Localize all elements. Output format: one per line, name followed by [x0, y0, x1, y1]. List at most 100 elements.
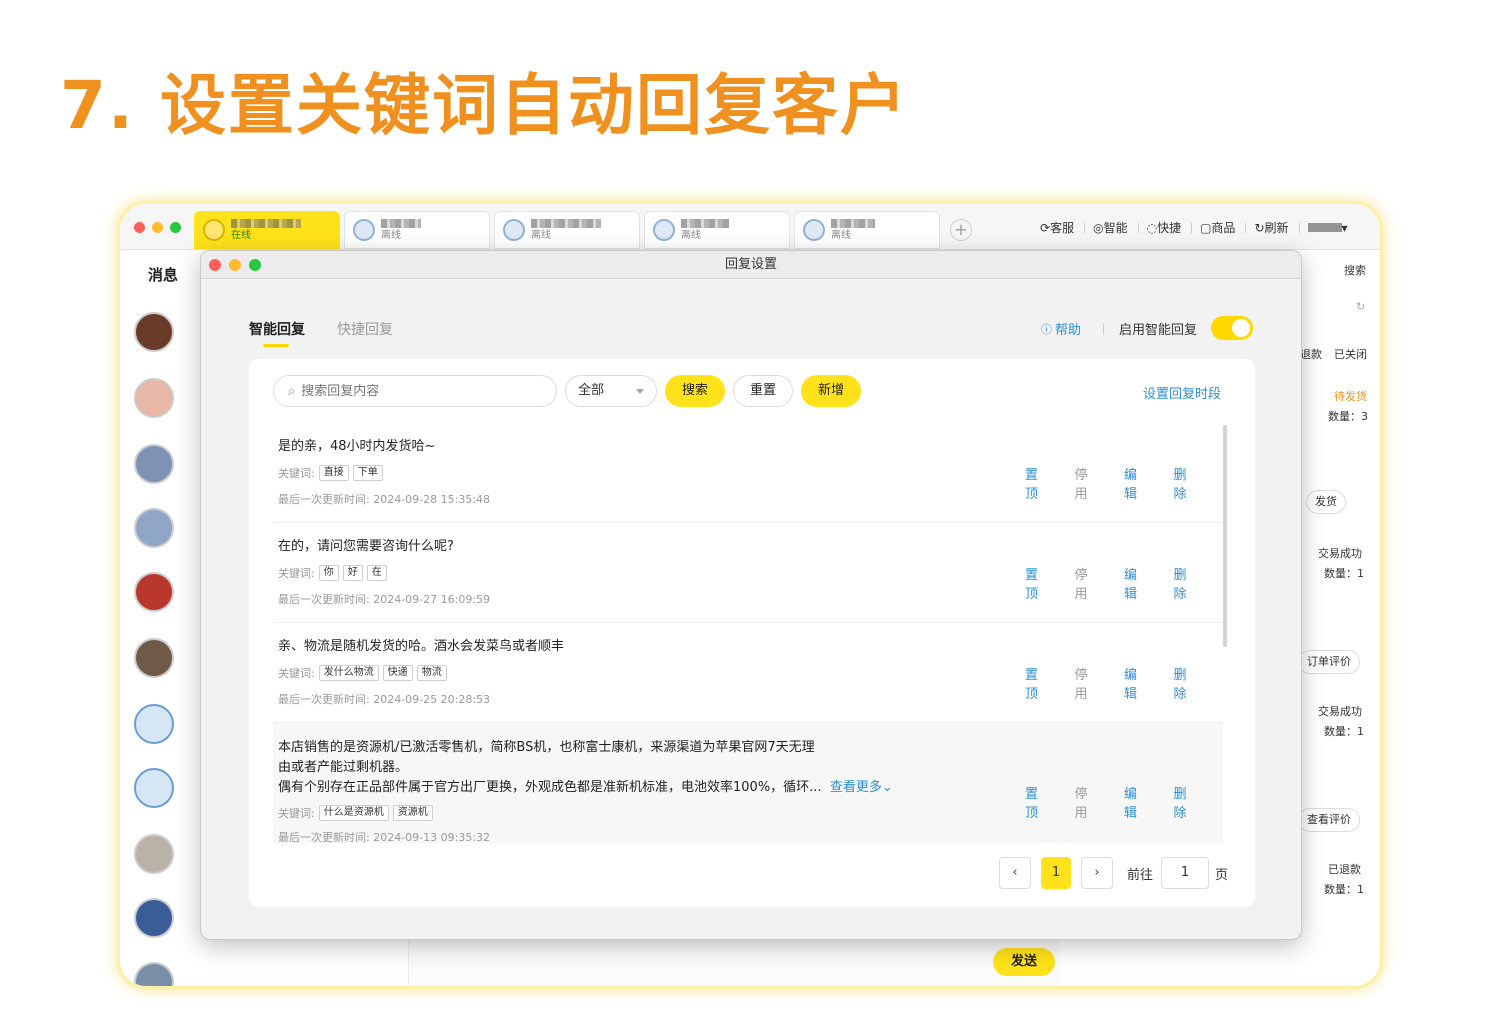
edit-button[interactable]: 编辑	[1124, 664, 1150, 702]
edit-button[interactable]: 编辑	[1124, 783, 1150, 821]
avatar[interactable]	[134, 704, 174, 744]
next-page-button[interactable]: ›	[1081, 857, 1113, 889]
headset-icon: ⟳	[1040, 221, 1050, 235]
customer-service-button[interactable]: ⟳客服	[1040, 219, 1074, 236]
avatar[interactable]	[134, 508, 174, 548]
update-value: 2024-09-27 16:09:59	[373, 593, 490, 606]
pin-button[interactable]: 置顶	[1025, 783, 1051, 821]
disable-button[interactable]: 停用	[1075, 664, 1101, 702]
chevron-down-icon	[636, 389, 644, 394]
quick-button[interactable]: ◌快捷	[1147, 219, 1182, 236]
add-button[interactable]: 新增	[801, 375, 861, 407]
reset-button[interactable]: 重置	[733, 375, 793, 407]
delete-button[interactable]: 删除	[1174, 783, 1200, 821]
set-reply-period-link[interactable]: 设置回复时段	[1143, 383, 1221, 402]
avatar[interactable]	[134, 312, 174, 352]
tab-smart-reply[interactable]: 智能回复	[249, 319, 305, 339]
refresh-icon[interactable]: ↻	[1356, 300, 1365, 313]
maximize-window-dot[interactable]	[170, 222, 181, 233]
maximize-dialog-dot[interactable]	[249, 259, 261, 271]
avatar[interactable]	[134, 444, 174, 484]
help-label: 帮助	[1055, 319, 1081, 338]
update-time: 最后一次更新时间: 2024-09-13 09:35:32	[278, 829, 490, 843]
order-quantity: 数量：1	[1324, 723, 1364, 739]
disable-button[interactable]: 停用	[1075, 783, 1101, 821]
goto-page-input[interactable]: 1	[1161, 857, 1209, 889]
messages-title: 消息	[148, 264, 178, 285]
search-label[interactable]: 搜索	[1344, 262, 1366, 278]
keyword-label: 关键词:	[278, 465, 315, 481]
order-panel: 搜索 ↻ 退款 已关闭 待发货 数量：3 发货 交易成功 数量：1 订单评价 交…	[1300, 250, 1380, 986]
reply-text: 本店销售的是资源机/已激活零售机，简称BS机，也称富士康机，来源渠道为苹果官网7…	[278, 738, 893, 798]
disable-button[interactable]: 停用	[1075, 564, 1101, 602]
account-avatar	[353, 219, 375, 241]
ship-button[interactable]: 发货	[1306, 490, 1346, 514]
toolbar-label: 刷新	[1265, 219, 1289, 236]
keyword-tag: 你	[319, 565, 339, 581]
search-field[interactable]: ⌕	[273, 375, 557, 407]
avatar[interactable]	[134, 898, 174, 938]
list-item: 亲、物流是随机发货的哈。酒水会发菜鸟或者顺丰 关键词: 发什么物流 快递 物流 …	[273, 623, 1223, 723]
reply-text-line: 偶有个别存在正品部件属于官方出厂更换，外观成色都是准新机标准，电池效率100%，…	[278, 780, 822, 795]
search-button[interactable]: 搜索	[665, 375, 725, 407]
delete-button[interactable]: 删除	[1174, 564, 1200, 602]
refresh-button[interactable]: ↻刷新	[1254, 219, 1288, 236]
filter-select[interactable]: 全部	[565, 375, 657, 407]
pin-button[interactable]: 置顶	[1025, 564, 1051, 602]
send-button[interactable]: 发送	[993, 948, 1055, 976]
avatar[interactable]	[134, 962, 174, 986]
avatar[interactable]	[134, 638, 174, 678]
account-tab[interactable]: 离线	[344, 211, 490, 249]
reply-text: 亲、物流是随机发货的哈。酒水会发菜鸟或者顺丰	[278, 637, 564, 657]
tab-quick-reply[interactable]: 快捷回复	[337, 319, 393, 339]
avatar[interactable]	[134, 378, 174, 418]
keyword-tag: 好	[343, 565, 363, 581]
pin-button[interactable]: 置顶	[1025, 464, 1051, 502]
reply-settings-dialog: 回复设置 智能回复 快捷回复 ⓘ帮助 启用智能回复 ⌕ 全部 搜索 重置 新增 …	[200, 250, 1302, 940]
delete-button[interactable]: 删除	[1174, 664, 1200, 702]
toggle-knob	[1232, 319, 1250, 337]
view-review-button[interactable]: 查看评价	[1298, 808, 1360, 832]
current-page[interactable]: 1	[1041, 857, 1071, 889]
order-review-button[interactable]: 订单评价	[1298, 650, 1360, 674]
edit-button[interactable]: 编辑	[1124, 464, 1150, 502]
reply-text: 在的，请问您需要咨询什么呢?	[278, 537, 454, 557]
close-window-dot[interactable]	[134, 222, 145, 233]
minimize-dialog-dot[interactable]	[229, 259, 241, 271]
account-tab[interactable]: 离线	[644, 211, 790, 249]
list-item: 本店销售的是资源机/已激活零售机，简称BS机，也称富士康机，来源渠道为苹果官网7…	[273, 723, 1223, 843]
minimize-window-dot[interactable]	[152, 222, 163, 233]
account-tab[interactable]: 在线	[194, 211, 340, 249]
close-dialog-dot[interactable]	[209, 259, 221, 271]
filter-refund[interactable]: 退款	[1300, 346, 1322, 362]
page-unit-label: 页	[1215, 864, 1228, 883]
reply-panel: ⌕ 全部 搜索 重置 新增 设置回复时段 是的亲，48小时内发货哈~ 关键词: …	[249, 359, 1255, 907]
keyword-tag: 物流	[417, 665, 447, 681]
enable-smart-reply-toggle[interactable]	[1211, 316, 1253, 340]
edit-button[interactable]: 编辑	[1124, 564, 1150, 602]
account-tab[interactable]: 离线	[494, 211, 640, 249]
account-name-masked	[831, 219, 875, 228]
list-scrollbar[interactable]	[1223, 425, 1227, 647]
update-value: 2024-09-25 20:28:53	[373, 693, 490, 706]
delete-button[interactable]: 删除	[1174, 464, 1200, 502]
product-button[interactable]: ▢商品	[1200, 219, 1235, 236]
help-link[interactable]: ⓘ帮助	[1041, 319, 1081, 338]
keywords-row: 关键词: 你 好 在	[278, 565, 387, 581]
pin-button[interactable]: 置顶	[1025, 664, 1051, 702]
avatar[interactable]	[134, 572, 174, 612]
disable-button[interactable]: 停用	[1075, 464, 1101, 502]
filter-closed[interactable]: 已关闭	[1334, 346, 1367, 362]
avatar[interactable]	[134, 834, 174, 874]
account-avatar	[653, 219, 675, 241]
update-time: 最后一次更新时间: 2024-09-25 20:28:53	[278, 691, 490, 707]
view-more-link[interactable]: 查看更多⌄	[830, 780, 893, 795]
smart-button[interactable]: ◎智能	[1093, 219, 1128, 236]
add-tab-button[interactable]: +	[950, 219, 972, 241]
item-actions: 置顶 停用 编辑 删除	[1025, 464, 1223, 502]
prev-page-button[interactable]: ‹	[999, 857, 1031, 889]
avatar[interactable]	[134, 768, 174, 808]
search-input[interactable]	[301, 384, 531, 399]
account-tab[interactable]: 离线	[794, 211, 940, 249]
user-menu[interactable]: ▾	[1308, 221, 1348, 235]
